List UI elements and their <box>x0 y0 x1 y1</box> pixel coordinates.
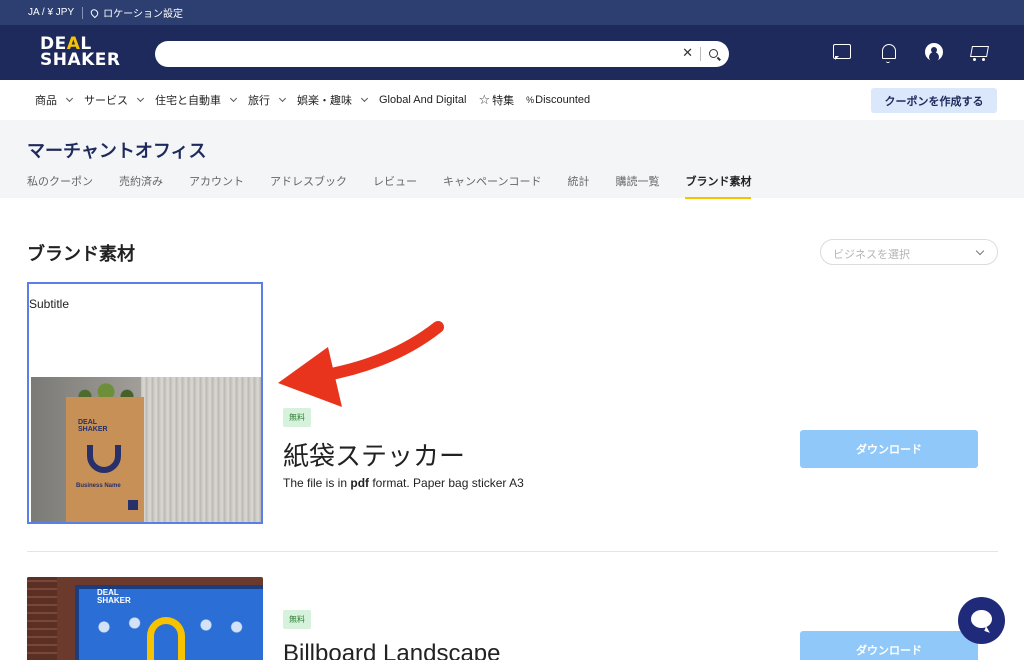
tab-address-book[interactable]: アドレスブック <box>270 173 347 198</box>
nav-item-featured[interactable]: ☆ 特集 <box>478 92 514 108</box>
nav-item-label: Discounted <box>535 94 591 106</box>
locale-currency-link[interactable]: JA / ¥ JPY <box>28 7 74 18</box>
divider <box>27 551 998 552</box>
nav-item-label: 特集 <box>492 95 515 107</box>
download-button[interactable]: ダウンロード <box>800 631 978 660</box>
nav-item-travel[interactable]: 旅行 <box>248 92 287 108</box>
tab-statistics[interactable]: 統計 <box>567 173 589 198</box>
clear-search-icon[interactable]: ✕ <box>682 45 693 61</box>
chevron-down-icon <box>360 94 369 103</box>
free-badge: 無料 <box>283 408 311 427</box>
product-description: The file is in pdf format. Paper bag sti… <box>283 476 524 490</box>
search-input[interactable] <box>169 44 669 64</box>
merchant-office-header: マーチャントオフィス 私のクーポン 売約済み アカウント アドレスブック レビュ… <box>0 120 1024 199</box>
nav-item-label: 商品 <box>35 95 57 107</box>
divider <box>82 6 84 19</box>
bag-logo: DEAL SHAKER <box>78 419 108 433</box>
bag-u-logo <box>87 445 121 473</box>
office-tabs: 私のクーポン 売約済み アカウント アドレスブック レビュー キャンペーンコード… <box>27 173 777 199</box>
business-select[interactable]: ビジネスを選択 <box>820 239 998 265</box>
image-subtitle: Subtitle <box>29 297 70 311</box>
live-chat-button[interactable] <box>958 597 1005 644</box>
qr-code-icon <box>128 500 138 510</box>
star-icon: ☆ <box>478 92 491 107</box>
search-bar: ✕ <box>155 41 729 67</box>
nav-item-discounted[interactable]: % Discounted <box>526 94 590 106</box>
nav-item-label: 住宅と自動車 <box>155 95 221 107</box>
billboard-logo: DEAL SHAKER <box>97 588 131 605</box>
main-header: DEAL SHAKER ✕ <box>0 25 1024 80</box>
chevron-down-icon <box>975 246 985 256</box>
paper-bag-image: DEAL SHAKER Business Name <box>31 377 261 522</box>
divider <box>700 47 701 61</box>
category-nav: 商品 サービス 住宅と自動車 旅行 娯楽・趣味 Global And Digit… <box>0 80 1024 120</box>
chevron-down-icon <box>136 94 145 103</box>
chat-bubble-icon <box>971 610 992 628</box>
location-settings-link[interactable]: ロケーション設定 <box>103 5 183 20</box>
bell-icon[interactable] <box>877 41 901 65</box>
download-button[interactable]: ダウンロード <box>800 430 978 468</box>
create-coupon-button[interactable]: クーポンを作成する <box>871 88 997 113</box>
chevron-down-icon <box>278 94 287 103</box>
billboard-u-logo <box>147 617 185 660</box>
nav-item-services[interactable]: サービス <box>84 92 145 108</box>
red-arrow-annotation <box>278 321 444 407</box>
paper-bag-graphic: DEAL SHAKER Business Name <box>66 397 144 522</box>
free-badge: 無料 <box>283 610 311 629</box>
tab-sold[interactable]: 売約済み <box>119 173 163 198</box>
tab-account[interactable]: アカウント <box>189 173 244 198</box>
section-title: ブランド素材 <box>27 244 135 264</box>
user-icon[interactable] <box>923 41 947 65</box>
cart-icon[interactable] <box>967 41 991 65</box>
nav-item-label: Global And Digital <box>379 94 467 106</box>
bag-business-name: Business Name <box>76 483 121 489</box>
nav-item-label: 娯楽・趣味 <box>297 95 352 107</box>
brick-wall-graphic <box>27 577 57 660</box>
business-select-placeholder: ビジネスを選択 <box>833 249 910 261</box>
nav-item-label: 旅行 <box>248 95 270 107</box>
nav-item-entertainment[interactable]: 娯楽・趣味 <box>297 92 369 108</box>
tab-brand-materials[interactable]: ブランド素材 <box>685 173 752 199</box>
tab-subscriptions[interactable]: 購読一覧 <box>615 173 659 198</box>
nav-item-label: サービス <box>84 95 128 107</box>
dealshaker-logo[interactable]: DEAL SHAKER <box>40 36 121 69</box>
nav-item-global-digital[interactable]: Global And Digital <box>379 94 466 106</box>
tab-campaign-code[interactable]: キャンペーンコード <box>443 173 541 198</box>
product-title: Billboard Landscape <box>283 640 501 660</box>
location-pin-icon <box>89 7 100 18</box>
page-title: マーチャントオフィス <box>27 141 207 161</box>
utility-bar: JA / ¥ JPY ロケーション設定 <box>0 0 1024 25</box>
nav-item-goods[interactable]: 商品 <box>35 92 74 108</box>
product-image-card: Subtitle DEAL SHAKER Business Name <box>27 282 263 524</box>
product-title: 紙袋ステッカー <box>283 441 466 471</box>
chat-icon[interactable] <box>830 41 854 65</box>
percent-icon: % <box>526 95 535 105</box>
billboard-image: DEAL SHAKER <box>27 577 263 660</box>
tab-my-coupons[interactable]: 私のクーポン <box>27 173 93 198</box>
dress-graphic <box>141 377 261 522</box>
chevron-down-icon <box>229 94 238 103</box>
search-icon[interactable] <box>709 49 718 58</box>
tab-reviews[interactable]: レビュー <box>373 173 417 198</box>
nav-item-home-auto[interactable]: 住宅と自動車 <box>155 92 238 108</box>
chevron-down-icon <box>65 94 74 103</box>
